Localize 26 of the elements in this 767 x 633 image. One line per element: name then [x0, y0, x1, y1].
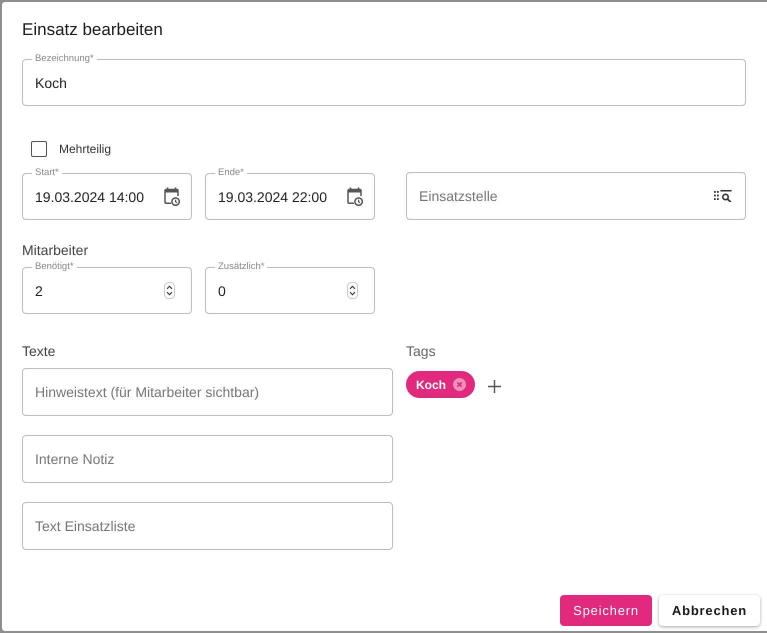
text-field[interactable]: Hinweistext (für Mitarbeiter sichtbar): [22, 368, 393, 416]
save-button[interactable]: Speichern: [560, 595, 652, 626]
field-label: Bezeichnung*: [32, 53, 97, 65]
stepper-icon[interactable]: [347, 282, 358, 299]
number-field[interactable]: Benötigt* 2: [22, 261, 192, 314]
section-heading: Mitarbeiter: [22, 242, 88, 258]
list-search-icon[interactable]: [714, 190, 732, 202]
field-label: Benötigt*: [32, 261, 77, 273]
cancel-button[interactable]: Abbrechen: [658, 595, 760, 626]
dialog-title: Einsatz bearbeiten: [22, 20, 163, 40]
text-field[interactable]: Text Einsatzliste: [22, 502, 393, 550]
text-field[interactable]: Interne Notiz: [22, 435, 393, 483]
checkbox[interactable]: [31, 141, 47, 157]
plus-icon[interactable]: [488, 380, 501, 392]
checkbox-label: Mehrteilig: [59, 141, 112, 157]
tag-chip[interactable]: Koch: [406, 371, 475, 398]
date-time-field[interactable]: Start* 19.03.2024 14:00: [22, 167, 192, 220]
section-heading: Tags: [406, 343, 436, 359]
stepper-icon[interactable]: [164, 282, 175, 299]
calendar-clock-icon[interactable]: [164, 187, 180, 206]
section-heading: Texte: [22, 343, 56, 359]
number-field[interactable]: Zusätzlich* 0: [205, 261, 375, 314]
text-field[interactable]: Bezeichnung* Koch: [22, 53, 746, 106]
date-time-field[interactable]: Ende* 19.03.2024 22:00: [205, 167, 375, 220]
calendar-clock-icon[interactable]: [347, 187, 363, 206]
search-field[interactable]: Einsatzstelle: [406, 172, 746, 220]
